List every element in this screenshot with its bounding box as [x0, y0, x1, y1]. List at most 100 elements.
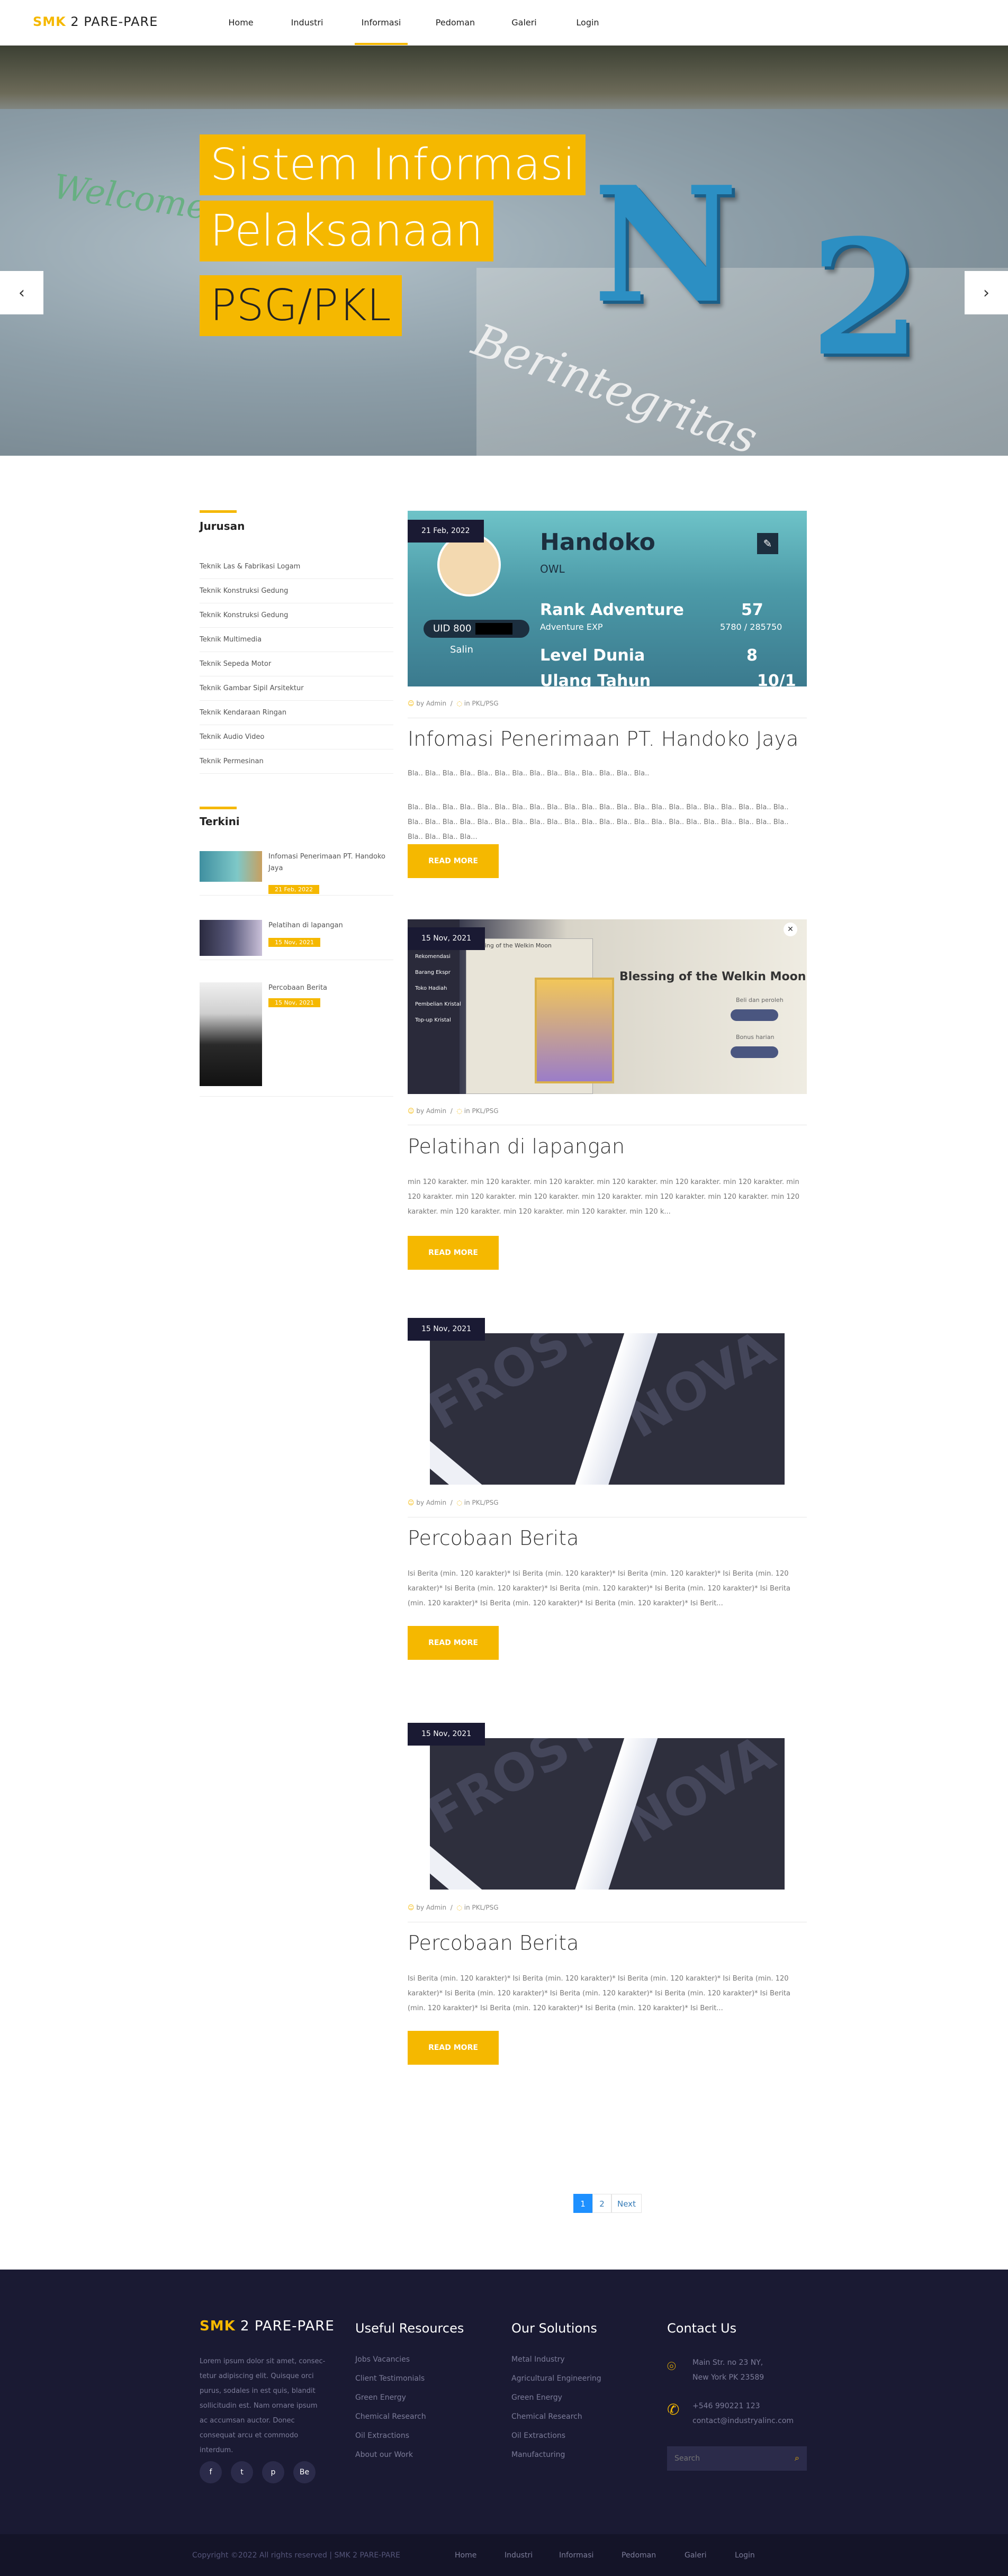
- shop-menu-item: Top-up Kristal: [415, 1017, 451, 1023]
- footer-link[interactable]: Green Energy: [355, 2388, 426, 2407]
- footer-link[interactable]: Client Testimonials: [355, 2369, 426, 2388]
- nav-industri[interactable]: Industri: [281, 0, 334, 45]
- jurusan-item[interactable]: Teknik Multimedia: [200, 628, 393, 652]
- user-icon: ☺: [408, 1904, 415, 1911]
- useful-resources-title: Useful Resources: [355, 2321, 464, 2336]
- footer-link[interactable]: Green Energy: [511, 2388, 601, 2407]
- jurusan-item[interactable]: Teknik Gambar Sipil Arsitektur: [200, 676, 393, 701]
- read-more-button[interactable]: READ MORE: [408, 2031, 499, 2065]
- nav-pedoman[interactable]: Pedoman: [429, 0, 482, 45]
- recent-post-thumbnail: [200, 920, 262, 956]
- nav-home[interactable]: Home: [212, 0, 270, 45]
- footer-link[interactable]: Chemical Research: [511, 2407, 601, 2426]
- recent-post[interactable]: Pelatihan di lapangan 15 Nov, 2021: [200, 920, 393, 960]
- post-title[interactable]: Infomasi Penerimaan PT. Handoko Jaya: [408, 727, 798, 751]
- read-more-button[interactable]: READ MORE: [408, 844, 499, 878]
- footer-link[interactable]: Agricultural Engineering: [511, 2369, 601, 2388]
- contact-us-title: Contact Us: [667, 2321, 737, 2336]
- jurusan-item[interactable]: Teknik Sepeda Motor: [200, 652, 393, 676]
- behance-icon[interactable]: Be: [293, 2461, 316, 2483]
- post-author[interactable]: by Admin: [416, 1107, 446, 1115]
- image-stripe: [430, 1439, 509, 1485]
- recent-post[interactable]: Percobaan Berita 15 Nov, 2021: [200, 982, 393, 1097]
- pagination: 1 2 Next: [573, 2194, 642, 2213]
- post-author[interactable]: by Admin: [416, 1499, 446, 1506]
- our-solutions-list: Metal Industry Agricultural Engineering …: [511, 2350, 601, 2464]
- post-author[interactable]: by Admin: [416, 700, 446, 707]
- read-more-button[interactable]: READ MORE: [408, 1626, 499, 1660]
- recent-post-thumbnail: [200, 982, 262, 1086]
- user-icon: ☺: [408, 1107, 415, 1115]
- recent-post[interactable]: Infomasi Penerimaan PT. Handoko Jaya 21 …: [200, 851, 393, 896]
- hero-caption-line-1: Sistem Informasi: [200, 134, 586, 195]
- pinterest-icon[interactable]: p: [262, 2461, 284, 2483]
- footer-link[interactable]: Jobs Vacancies: [355, 2350, 426, 2369]
- post-title[interactable]: Pelatihan di lapangan: [408, 1135, 625, 1158]
- contact-phone: ✆ +546 990221 123 contact@industryalinc.…: [667, 2399, 826, 2430]
- welkin-pill: [731, 1009, 778, 1021]
- post-category[interactable]: in PKL/PSG: [464, 700, 499, 707]
- footer-link[interactable]: Oil Extractions: [355, 2426, 426, 2445]
- phone-number[interactable]: +546 990221 123: [692, 2399, 794, 2414]
- post-category[interactable]: in PKL/PSG: [464, 1904, 499, 1911]
- footer-link[interactable]: About our Work: [355, 2445, 426, 2464]
- hero-photo-number-2: 2: [810, 204, 921, 391]
- contact-phone-text: +546 990221 123 contact@industryalinc.co…: [692, 2399, 794, 2428]
- jurusan-item[interactable]: Teknik Las & Fabrikasi Logam: [200, 555, 393, 579]
- footer-bottom-bar: [0, 2534, 1008, 2576]
- site-logo[interactable]: SMK 2 PARE-PARE: [33, 14, 158, 29]
- jurusan-item[interactable]: Teknik Konstruksi Gedung: [200, 603, 393, 628]
- jurusan-item[interactable]: Teknik Kendaraan Ringan: [200, 701, 393, 725]
- recent-post-title[interactable]: Percobaan Berita: [268, 982, 393, 994]
- footer-nav-pedoman[interactable]: Pedoman: [622, 2551, 656, 2560]
- post-excerpt: Isi Berita (min. 120 karakter)* Isi Beri…: [408, 1975, 790, 2012]
- post-category[interactable]: in PKL/PSG: [464, 1499, 499, 1506]
- footer-nav-login[interactable]: Login: [735, 2551, 755, 2560]
- image-watermark-text: FROST: [430, 1738, 610, 1846]
- jurusan-item[interactable]: Teknik Konstruksi Gedung: [200, 579, 393, 603]
- email-link[interactable]: contact@industryalinc.com: [692, 2414, 794, 2428]
- nav-informasi[interactable]: Informasi: [355, 0, 408, 45]
- recent-post-title[interactable]: Infomasi Penerimaan PT. Handoko Jaya: [268, 851, 393, 874]
- contact-address: ⌾ Main Str. no 23 NY, New York PK 23589: [667, 2355, 826, 2387]
- twitter-icon[interactable]: t: [231, 2461, 253, 2483]
- recent-post-title[interactable]: Pelatihan di lapangan: [268, 920, 393, 932]
- slider-next-button[interactable]: ›: [965, 271, 1008, 314]
- page-1-link[interactable]: 1: [573, 2194, 592, 2213]
- post-image[interactable]: FROST NOVA: [430, 1333, 785, 1485]
- slider-prev-button[interactable]: ‹: [0, 271, 43, 314]
- user-icon: ☺: [408, 700, 415, 707]
- footer-about-text: Lorem ipsum dolor sit amet, consec- tetu…: [200, 2357, 326, 2454]
- jurusan-title-bar: [200, 510, 237, 513]
- read-more-button[interactable]: READ MORE: [408, 1236, 499, 1270]
- footer-link[interactable]: Oil Extractions: [511, 2426, 601, 2445]
- nav-login[interactable]: Login: [566, 0, 609, 45]
- jurusan-item[interactable]: Teknik Audio Video: [200, 725, 393, 749]
- footer-logo[interactable]: SMK 2 PARE-PARE: [200, 2318, 335, 2334]
- card-level: Level Dunia: [540, 646, 645, 665]
- post-title[interactable]: Percobaan Berita: [408, 1526, 579, 1550]
- footer-nav-home[interactable]: Home: [455, 2551, 476, 2560]
- nav-galeri[interactable]: Galeri: [503, 0, 545, 45]
- post-image[interactable]: FROST NOVA: [430, 1738, 785, 1890]
- facebook-icon[interactable]: f: [200, 2461, 222, 2483]
- image-stripe: [430, 1844, 509, 1890]
- page-2-link[interactable]: 2: [592, 2194, 611, 2213]
- footer-link[interactable]: Chemical Research: [355, 2407, 426, 2426]
- footer-nav-industri[interactable]: Industri: [505, 2551, 533, 2560]
- footer-search-input[interactable]: [674, 2446, 786, 2471]
- footer-link[interactable]: Metal Industry: [511, 2350, 601, 2369]
- footer-nav-informasi[interactable]: Informasi: [559, 2551, 593, 2560]
- shop-menu-items: Rekomendasi Barang Ekspr Toko Hadiah Pem…: [415, 949, 463, 1028]
- search-icon[interactable]: ⌕: [795, 2453, 799, 2463]
- post-author[interactable]: by Admin: [416, 1904, 446, 1911]
- jurusan-item[interactable]: Teknik Permesinan: [200, 749, 393, 774]
- card-level-value: 8: [746, 646, 758, 665]
- next-page-link[interactable]: Next: [611, 2194, 642, 2213]
- uid-label: UID 800: [433, 623, 472, 634]
- post-title[interactable]: Percobaan Berita: [408, 1931, 579, 1955]
- post-category[interactable]: in PKL/PSG: [464, 1107, 499, 1115]
- footer-link[interactable]: Manufacturing: [511, 2445, 601, 2464]
- folder-icon: ◌: [456, 700, 462, 707]
- footer-nav-galeri[interactable]: Galeri: [685, 2551, 707, 2560]
